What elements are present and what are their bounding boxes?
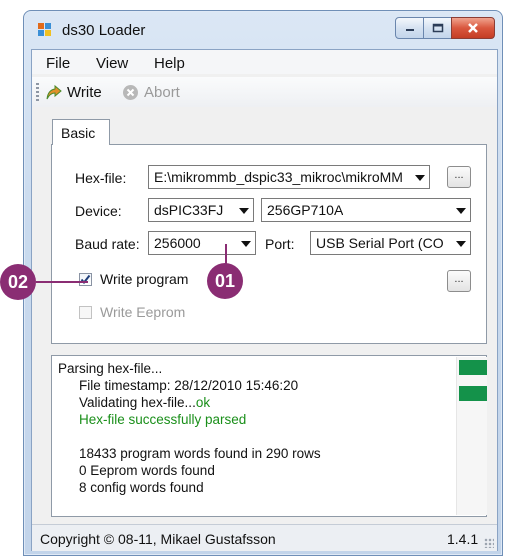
close-button[interactable] [451,17,495,39]
log-line: 18433 program words found in 290 rows [79,446,321,461]
status-bar: Copyright © 08-11, Mikael Gustafsson 1.4… [32,524,497,551]
device-family-value: dsPIC33FJ [154,202,224,218]
write-eeprom-label: Write Eeprom [100,304,186,320]
progress-segment [459,360,487,375]
copyright-text: Copyright © 08-11, Mikael Gustafsson [40,531,276,547]
baud-rate-label: Baud rate: [75,236,140,252]
caption-buttons [395,17,495,41]
toolbar: Write Abort [32,77,497,107]
log-line: File timestamp: 28/12/2010 15:46:20 [79,378,299,393]
log-line: Hex-file successfully parsed [79,412,247,427]
log-output[interactable]: Parsing hex-file... File timestamp: 28/1… [51,355,487,517]
log-line: 8 config words found [79,480,204,495]
maximize-button[interactable] [423,17,452,39]
app-icon [38,23,51,36]
menu-view[interactable]: View [96,55,128,72]
device-family-select[interactable]: dsPIC33FJ [148,198,254,222]
checkmark-icon [80,274,91,285]
write-program-checkbox[interactable] [79,273,92,286]
callout-line-02 [36,281,88,283]
progress-indicator [456,357,487,515]
chevron-down-icon [239,208,249,214]
log-lines: Parsing hex-file... File timestamp: 28/1… [58,360,321,496]
arrow-write-icon [45,84,62,101]
window-title: ds30 Loader [62,22,146,39]
write-eeprom-checkbox[interactable] [79,306,92,319]
tab-page-basic: Hex-file: E:\mikrommb_dspic33_mikroc\mik… [51,144,487,344]
maximize-icon [432,23,443,33]
log-line: Validating hex-file...ok [58,394,321,411]
chevron-down-icon [241,241,251,247]
menu-file[interactable]: File [46,55,70,72]
close-icon [468,23,478,33]
baud-rate-value: 256000 [154,235,201,251]
options-button[interactable]: ... [447,270,471,292]
log-line: Parsing hex-file... [58,361,163,376]
minimize-icon [405,29,414,31]
log-line-blank [58,428,321,445]
log-ok-text: ok [195,395,211,410]
device-model-value: 256GP710A [267,202,344,218]
abort-button[interactable]: Abort [122,84,180,101]
baud-rate-select[interactable]: 256000 [148,231,256,255]
abort-icon [122,84,139,101]
chevron-down-icon [456,208,466,214]
menu-bar: File View Help [32,50,497,74]
hexfile-value: E:\mikrommb_dspic33_mikroc\mikroMM [154,169,403,185]
minimize-button[interactable] [395,17,424,39]
write-button[interactable]: Write [45,84,102,101]
device-label: Device: [75,203,122,219]
port-label: Port: [265,236,295,252]
title-bar[interactable]: ds30 Loader [24,11,502,51]
abort-label: Abort [144,84,180,101]
client-area: File View Help Write Abort Basic Hex-fil… [31,49,498,551]
tab-basic[interactable]: Basic [52,119,110,145]
write-program-label: Write program [100,271,189,287]
chevron-down-icon [415,175,425,181]
menu-help[interactable]: Help [154,55,185,72]
port-select[interactable]: USB Serial Port (CO [310,231,471,255]
write-label: Write [67,84,102,101]
progress-segment [459,386,487,401]
app-window: ds30 Loader File View Help Write Abort B… [23,10,503,556]
callout-badge-02: 02 [0,264,36,300]
toolbar-grip[interactable] [36,83,39,101]
hexfile-combo[interactable]: E:\mikrommb_dspic33_mikroc\mikroMM [148,165,430,189]
chevron-down-icon [456,241,466,247]
resize-grip[interactable] [484,538,494,548]
port-value: USB Serial Port (CO [316,235,444,251]
hexfile-label: Hex-file: [75,170,127,186]
browse-button[interactable]: ... [447,166,471,188]
device-model-select[interactable]: 256GP710A [261,198,471,222]
log-line-text: Validating hex-file... [79,395,196,410]
version-text: 1.4.1 [447,531,479,547]
callout-badge-01: 01 [207,263,243,299]
log-line: 0 Eeprom words found [79,463,215,478]
